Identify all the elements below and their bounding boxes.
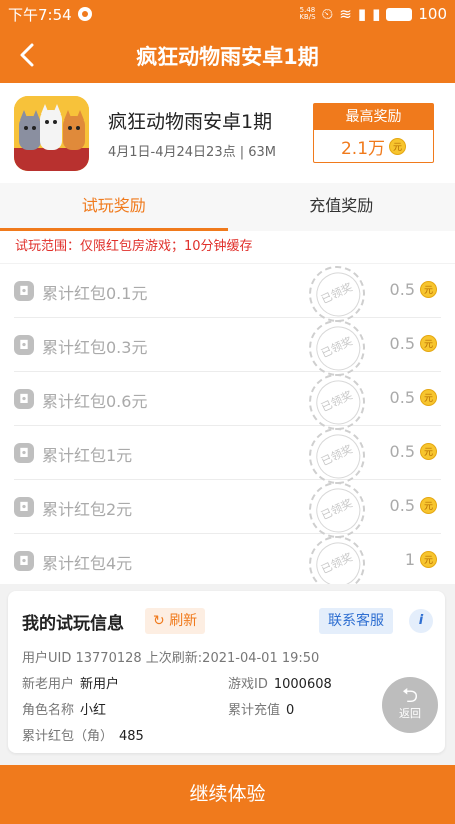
net-speed: 5.48 KB/S [299, 6, 316, 21]
coin-icon: 元 [420, 551, 437, 568]
trial-info-title: 我的试玩信息 [22, 614, 124, 634]
page-title: 疯狂动物雨安卓1期 [136, 44, 319, 69]
refresh-icon: ↻ [153, 613, 165, 629]
coin-icon: 元 [420, 389, 437, 406]
back-arrow-icon[interactable] [14, 40, 44, 70]
game-card: 疯狂动物雨安卓1期 4月1日-4月24日23点 | 63M 最高奖励 2.1万 … [0, 83, 455, 183]
wifi-icon: ≋ [339, 5, 352, 23]
app-header: 疯狂动物雨安卓1期 [0, 28, 455, 83]
gamepad-icon: ◘ [14, 281, 34, 301]
list-item: ◘ 累计红包2元 已领奖 0.5 元 [14, 472, 441, 548]
max-reward-title: 最高奖励 [314, 104, 433, 130]
coin-icon: 元 [420, 281, 437, 298]
list-item: ◘ 累计红包1元 已领奖 0.5 元 [14, 418, 441, 494]
trial-info-panel: 我的试玩信息 ↻ 刷新 联系客服 i 用户UID 13770128 上次刷新:2… [8, 591, 445, 753]
signal-icon: ▮ [357, 5, 367, 23]
trial-scope-notice: 试玩范围：仅限红包房游戏；10分钟缓存 [0, 231, 455, 263]
total-recharge: 累计充值 0 [228, 703, 295, 718]
uid-refresh-line: 用户UID 13770128 上次刷新:2021-04-01 19:50 [22, 651, 320, 666]
refresh-button[interactable]: ↻ 刷新 [145, 608, 206, 634]
gamepad-icon: ◘ [14, 389, 34, 409]
coin-icon: 元 [389, 137, 407, 155]
list-item: ◘ 累计红包0.6元 已领奖 0.5 元 [14, 364, 441, 440]
gamepad-icon: ◘ [14, 443, 34, 463]
user-type: 新老用户 新用户 [22, 677, 120, 692]
coin-icon: 元 [420, 335, 437, 352]
reward-tabs: 试玩奖励 充值奖励 [0, 183, 455, 231]
notification-icon [77, 7, 92, 21]
battery-level: 100 [418, 5, 447, 23]
reward-list[interactable]: ◘ 累计红包0.1元 已领奖 0.5 元 ◘ 累计红包0.3元 已领奖 0.5 元 … [0, 264, 455, 584]
return-arrow-icon: ⮌ [401, 683, 419, 707]
game-icon [14, 96, 89, 171]
alarm-icon: ⏲ [321, 5, 334, 23]
signal-4g-icon: ▮ [372, 5, 381, 23]
max-reward-value: 2.1万 元 [314, 130, 433, 162]
contact-support-button[interactable]: 联系客服 [319, 608, 393, 634]
gamepad-icon: ◘ [14, 497, 34, 517]
game-id: 游戏ID 1000608 [228, 677, 332, 692]
role-name: 角色名称 小红 [22, 703, 107, 718]
game-meta: 4月1日-4月24日23点 | 63M [108, 145, 276, 160]
max-reward-box: 最高奖励 2.1万 元 [313, 103, 434, 163]
tab-trial-reward[interactable]: 试玩奖励 [0, 183, 228, 231]
info-icon[interactable]: i [409, 609, 433, 633]
game-name: 疯狂动物雨安卓1期 [108, 111, 273, 133]
gamepad-icon: ◘ [14, 335, 34, 355]
tab-recharge-reward[interactable]: 充值奖励 [228, 183, 455, 231]
status-time: 下午7:54 [8, 5, 72, 24]
list-item: ◘ 累计红包4元 已领奖 1元 [14, 526, 441, 584]
coin-icon: 元 [420, 497, 437, 514]
battery-icon [386, 7, 413, 21]
floating-back-button[interactable]: ⮌ 返回 [382, 677, 438, 733]
continue-experience-button[interactable]: 继续体验 [0, 765, 455, 824]
status-bar: 下午7:54 5.48 KB/S ⏲ ≋ ▮ ▮ 100 [0, 0, 455, 28]
list-item: ◘ 累计红包0.1元 已领奖 0.5 元 [14, 264, 441, 332]
total-redpack: 累计红包（角） 485 [22, 729, 144, 744]
list-item: ◘ 累计红包0.3元 已领奖 0.5 元 [14, 310, 441, 386]
gamepad-icon: ◘ [14, 551, 34, 571]
coin-icon: 元 [420, 443, 437, 460]
claimed-stamp: 已领奖 [299, 526, 375, 584]
